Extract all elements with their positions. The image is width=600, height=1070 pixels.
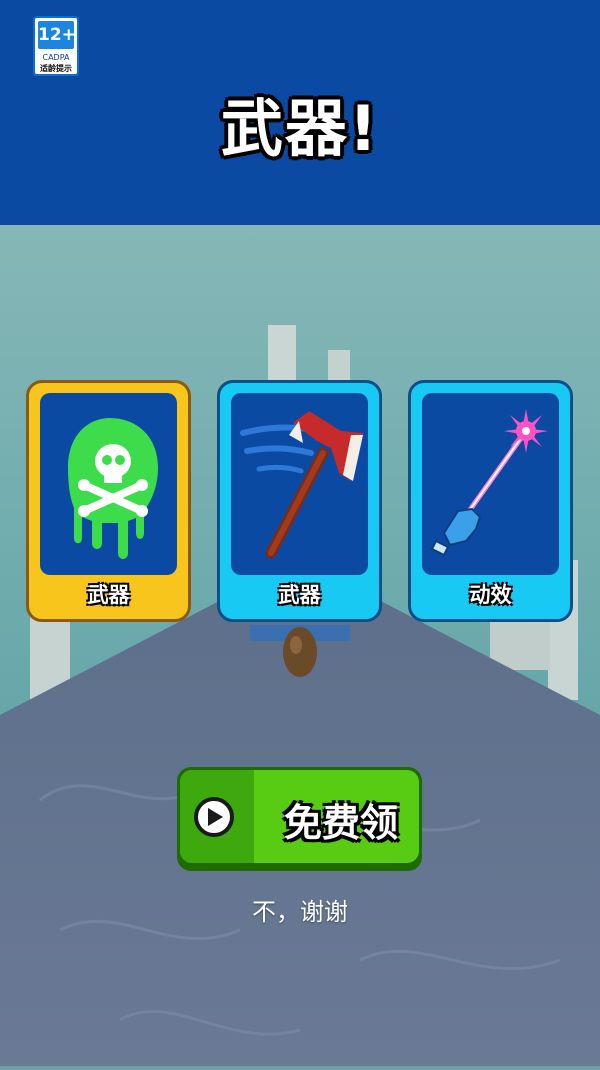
reward-card-axe[interactable]: 武器	[217, 380, 382, 622]
toxic-skull-icon	[68, 418, 158, 559]
card-label: 武器	[87, 583, 130, 607]
card-art-panel	[40, 393, 177, 575]
age-rating-org: CADPA	[42, 53, 70, 62]
page-title: 武器!	[220, 92, 380, 165]
age-rating-hint: 适龄提示	[40, 64, 72, 73]
age-rating-number: 12+	[38, 21, 76, 49]
no-thanks-link[interactable]: 不，谢谢	[0, 892, 600, 927]
magic-wand-glove-icon	[430, 409, 548, 557]
reward-card-effect[interactable]: 动效	[408, 380, 573, 622]
claim-button-label: 免费领	[283, 801, 398, 845]
axe-icon	[240, 411, 363, 559]
claim-free-button[interactable]: 免费领	[177, 767, 422, 871]
card-art-panel	[422, 393, 559, 575]
claim-button-icon-area	[180, 770, 254, 863]
reward-card-toxic[interactable]: 武器	[26, 380, 191, 622]
card-label: 武器	[278, 583, 321, 607]
card-label: 动效	[469, 583, 512, 607]
card-art-panel	[231, 393, 368, 575]
age-rating-badge: 12+ CADPA 适龄提示	[33, 16, 79, 76]
header-bar: 12+ CADPA 适龄提示 武器!	[0, 0, 600, 225]
play-icon	[194, 797, 234, 837]
claim-button-face: 免费领	[180, 770, 419, 863]
